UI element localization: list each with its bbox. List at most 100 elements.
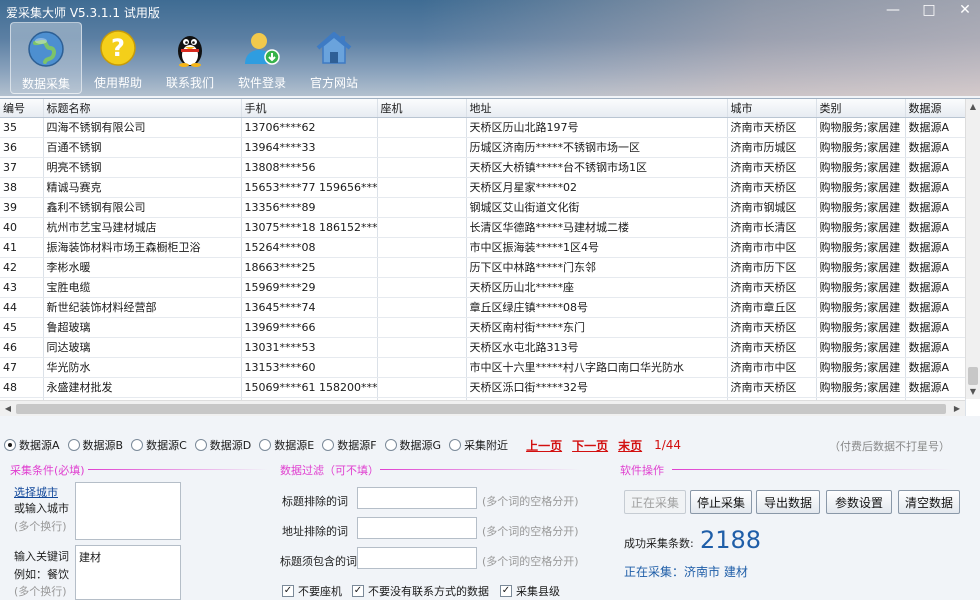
select-city-link[interactable]: 选择城市 [14, 484, 58, 500]
col-header-city[interactable]: 城市 [727, 99, 817, 118]
cell-category: 购物服务;家居建 [816, 117, 906, 138]
cell-address: 天桥区大桥镇*****台不锈钢市场1区 [466, 157, 728, 178]
toolbar-contact[interactable]: 联系我们 [154, 22, 226, 94]
cell-city: 济南市市中区 [727, 237, 817, 258]
cell-landline [377, 257, 467, 278]
radio-label: 数据源B [82, 439, 124, 452]
radio-dot [194, 439, 207, 451]
toolbar-label: 官方网站 [309, 76, 358, 90]
toolbar-data-collect[interactable]: 数据采集 [10, 22, 82, 94]
cell-category: 购物服务;家居建 [816, 217, 906, 238]
minimize-button[interactable]: — [884, 2, 902, 18]
table-row[interactable]: 36 百通不锈钢 13964****33 历城区济南历*****不锈钢市场一区 济南市历… [0, 137, 966, 158]
maximize-button[interactable]: □ [920, 2, 938, 18]
table-row[interactable]: 35 四海不锈钢有限公司 13706****62 天桥区历山北路197号 济南市天桥区购… [0, 117, 966, 138]
check-icon: ✓ [282, 585, 294, 597]
cell-mobile: 15264****08 [241, 237, 378, 258]
cell-landline [377, 117, 467, 138]
title-include-input[interactable] [357, 547, 477, 569]
radio-source-b[interactable]: 数据源B [67, 437, 124, 453]
multi-line-hint: (多个换行) [14, 520, 67, 533]
radio-source-d[interactable]: 数据源D [194, 437, 251, 453]
toolbar-label: 数据采集 [21, 77, 70, 91]
cell-address: 天桥区历山北路197号 [466, 117, 728, 138]
ops-title: 软件操作 [620, 464, 664, 477]
collected-count: 2188 [700, 526, 762, 554]
table-row[interactable]: 37 明亮不锈钢 13808****56 天桥区大桥镇*****台不锈钢市场1区 济南市… [0, 157, 966, 178]
cell-id: 43 [0, 277, 44, 298]
keyword-input[interactable]: 建材 [75, 545, 181, 600]
toolbar-website[interactable]: 官方网站 [298, 22, 370, 94]
scroll-left-icon[interactable]: ◀ [1, 401, 15, 416]
col-header-mobile[interactable]: 手机 [241, 99, 378, 118]
cell-category: 购物服务;家居建 [816, 277, 906, 298]
radio-source-f[interactable]: 数据源F [322, 437, 377, 453]
city-input[interactable] [75, 482, 181, 540]
address-exclude-input[interactable] [357, 517, 477, 539]
cell-category: 购物服务;家居建 [816, 237, 906, 258]
filter-hint: (多个词的空格分开) [482, 555, 579, 568]
radio-label: 数据源G [399, 439, 442, 452]
table-row[interactable]: 46 同达玻璃 13031****53 天桥区水屯北路313号 济南市天桥区 购物服务;家… [0, 337, 966, 358]
col-header-address[interactable]: 地址 [466, 99, 728, 118]
clear-button[interactable]: 清空数据 [898, 490, 960, 514]
collecting-button[interactable]: 正在采集 [624, 490, 686, 514]
checkbox-label: 采集县级 [516, 585, 560, 598]
radio-nearby[interactable]: 采集附近 [449, 437, 508, 453]
export-button[interactable]: 导出数据 [756, 490, 820, 514]
no-landline-checkbox[interactable]: ✓ 不要座机 [282, 583, 342, 599]
table-row[interactable]: 40 杭州市艺宝马建材城店 13075****18 186152****6 长清区华德… [0, 217, 966, 238]
next-page-link[interactable]: 下一页 [572, 437, 608, 454]
cell-title: 宝胜电缆 [43, 277, 242, 298]
radio-source-g[interactable]: 数据源G [384, 437, 442, 453]
table-row[interactable]: 44 新世纪装饰材料经营部 13645****74 章丘区绿庄镇*****08号 济南市… [0, 297, 966, 318]
cell-title: 百通不锈钢 [43, 137, 242, 158]
table-row[interactable]: 43 宝胜电缆 15969****29 天桥区历山北*****座 济南市天桥区 购物服务;… [0, 277, 966, 298]
scroll-up-icon[interactable]: ▲ [966, 99, 980, 114]
table-row[interactable]: 41 振海装饰材料市场王森橱柜卫浴 15264****08 市中区振海装*****1区… [0, 237, 966, 258]
table-row[interactable]: 45 鲁超玻璃 13969****66 天桥区南村街*****东门 济南市天桥区 购物服务… [0, 317, 966, 338]
table-row[interactable]: 48 永盛建材批发 15069****61 158200****8 天桥区泺口街***… [0, 377, 966, 398]
horizontal-scrollbar[interactable]: ◀ ▶ [0, 400, 965, 416]
scroll-down-icon[interactable]: ▼ [966, 384, 980, 399]
toolbar-help[interactable]: ? 使用帮助 [82, 22, 154, 94]
no-contact-checkbox[interactable]: ✓ 不要没有联系方式的数据 [352, 583, 489, 599]
settings-button[interactable]: 参数设置 [826, 490, 892, 514]
cell-city: 济南市长清区 [727, 217, 817, 238]
county-checkbox[interactable]: ✓ 采集县级 [500, 583, 560, 599]
cell-landline [377, 357, 467, 378]
help-icon: ? [96, 26, 140, 70]
radio-source-a[interactable]: 数据源A [4, 437, 60, 453]
cell-landline [377, 277, 467, 298]
title-exclude-input[interactable] [357, 487, 477, 509]
cell-landline [377, 297, 467, 318]
col-header-title[interactable]: 标题名称 [43, 99, 242, 118]
paid-tip: （付费后数据不打星号） [829, 440, 950, 453]
cell-source: 数据源A [905, 197, 966, 218]
col-header-category[interactable]: 类别 [816, 99, 906, 118]
cell-source: 数据源A [905, 317, 966, 338]
close-button[interactable]: ✕ [956, 2, 974, 18]
table-row[interactable]: 42 李彬水暖 18663****25 历下区中林路*****门东邻 济南市历下区 购物服… [0, 257, 966, 278]
last-page-link[interactable]: 末页 [618, 437, 642, 454]
scroll-thumb[interactable] [16, 404, 946, 414]
cell-title: 鲁超玻璃 [43, 317, 242, 338]
col-header-id[interactable]: 编号 [0, 99, 44, 118]
table-row[interactable]: 47 华光防水 13153****60 市中区十六里*****村八字路口南口华光防水济… [0, 357, 966, 378]
prev-page-link[interactable]: 上一页 [526, 437, 562, 454]
radio-source-c[interactable]: 数据源C [131, 437, 187, 453]
stop-button[interactable]: 停止采集 [690, 490, 752, 514]
table-row[interactable]: 38 精诚马赛克 15653****77 159656****8 天桥区月星家****… [0, 177, 966, 198]
col-header-source[interactable]: 数据源 [905, 99, 966, 118]
cell-mobile: 15969****29 [241, 277, 378, 298]
radio-source-e[interactable]: 数据源E [259, 437, 314, 453]
cell-landline [377, 157, 467, 178]
col-header-landline[interactable]: 座机 [377, 99, 467, 118]
vertical-scrollbar[interactable]: ▲ ▼ [965, 99, 980, 399]
table-row[interactable]: 39 鑫利不锈钢有限公司 13356****89 钢城区艾山街道文化街 济南市钢城区 购物… [0, 197, 966, 218]
toolbar-login[interactable]: 软件登录 [226, 22, 298, 94]
scroll-thumb[interactable] [968, 367, 978, 385]
cell-landline [377, 337, 467, 358]
cell-mobile: 13356****89 [241, 197, 378, 218]
scroll-right-icon[interactable]: ▶ [950, 401, 964, 416]
